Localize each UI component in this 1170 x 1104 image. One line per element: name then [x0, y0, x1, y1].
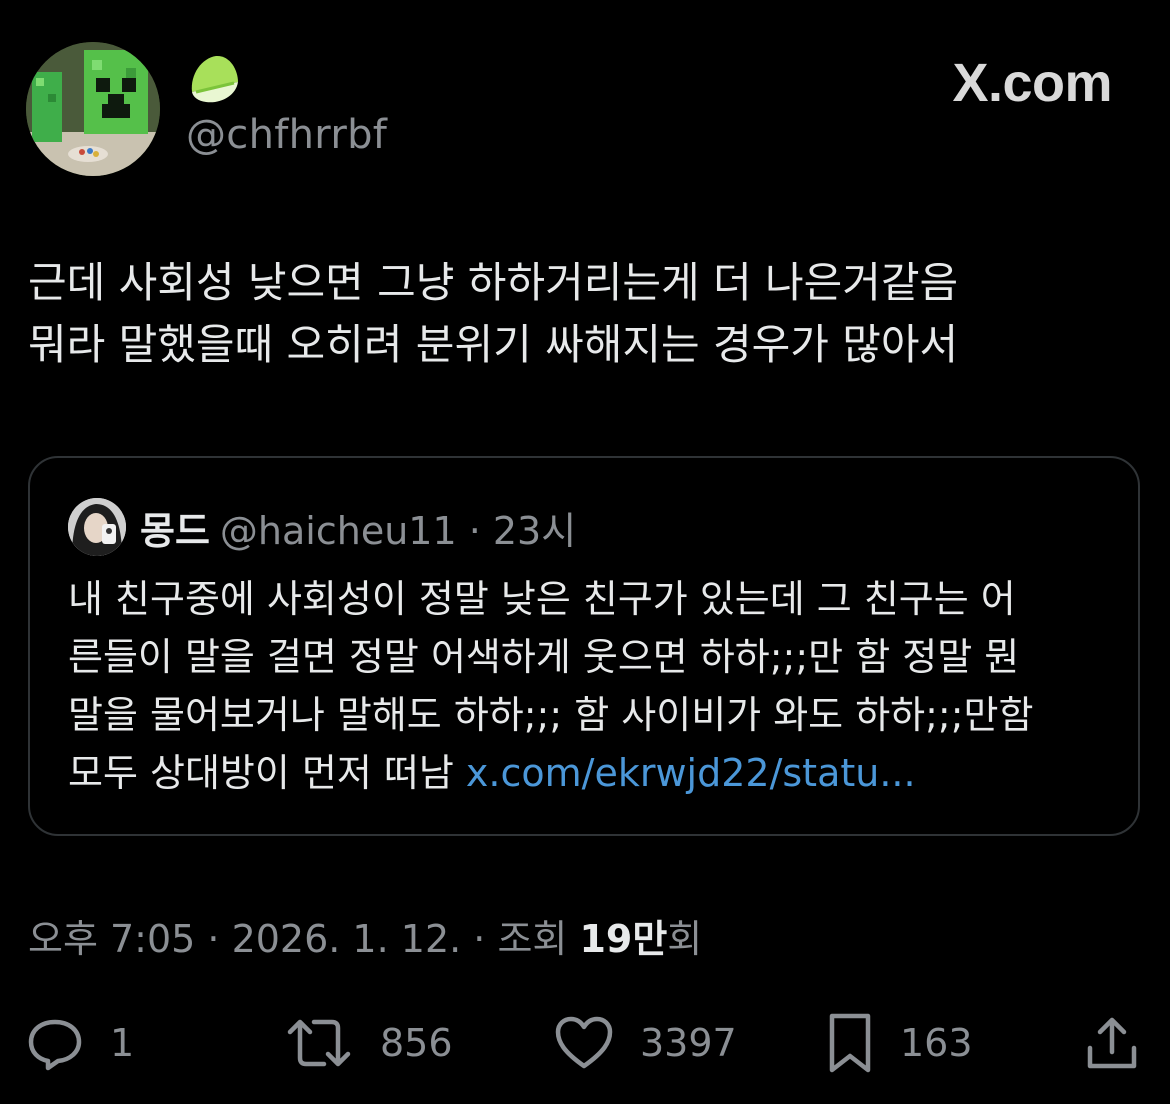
share-icon [1087, 1017, 1137, 1069]
quote-link[interactable]: x.com/ekrwjd22/statu... [466, 751, 916, 795]
quote-author-name[interactable]: 몽드 [140, 509, 210, 553]
repost-button[interactable]: 856 [284, 1010, 453, 1076]
bookmark-button[interactable]: 163 [826, 1010, 973, 1076]
reply-icon [28, 1019, 82, 1071]
repost-count: 856 [380, 1021, 453, 1065]
bookmark-icon [829, 1013, 871, 1073]
quote-avatar-icon [68, 498, 126, 556]
quote-author-handle-time: @haicheu11 · 23시 [219, 509, 577, 553]
tweet-text: 근데 사회성 낮으면 그냥 하하거리는게 더 나은거같음 뭐라 말했을때 오히려… [28, 258, 959, 369]
user-handle[interactable]: @chfhrrbf [186, 112, 387, 158]
like-button[interactable]: 3397 [554, 1010, 737, 1076]
tweet-meta: 오후 7:05 · 2026. 1. 12. · 조회 19만회 [28, 908, 702, 963]
lime-icon [191, 55, 238, 103]
reply-count: 1 [110, 1021, 135, 1065]
quote-tweet-card[interactable]: 몽드 @haicheu11 · 23시 내 친구중에 사회성이 정말 낮은 친구가… [28, 456, 1140, 836]
quote-text: 내 친구중에 사회성이 정말 낮은 친구가 있는데 그 친구는 어 른들이 말을… [68, 570, 1128, 802]
creeper-avatar-icon [26, 42, 160, 176]
quote-header: 몽드 @haicheu11 · 23시 [140, 500, 576, 555]
bookmark-count: 163 [900, 1021, 973, 1065]
view-count: 19만 [579, 917, 668, 961]
share-button[interactable] [1084, 1010, 1140, 1076]
avatar[interactable] [26, 42, 160, 176]
reply-button[interactable]: 1 [26, 1010, 134, 1076]
repost-icon [287, 1019, 351, 1067]
brand-logo: X.com [952, 53, 1112, 113]
heart-icon [555, 1016, 613, 1069]
like-count: 3397 [640, 1021, 737, 1065]
quote-avatar[interactable] [68, 498, 126, 556]
timestamp: 오후 7:05 · 2026. 1. 12. · 조회 [28, 917, 580, 961]
view-suffix: 회 [667, 917, 703, 961]
